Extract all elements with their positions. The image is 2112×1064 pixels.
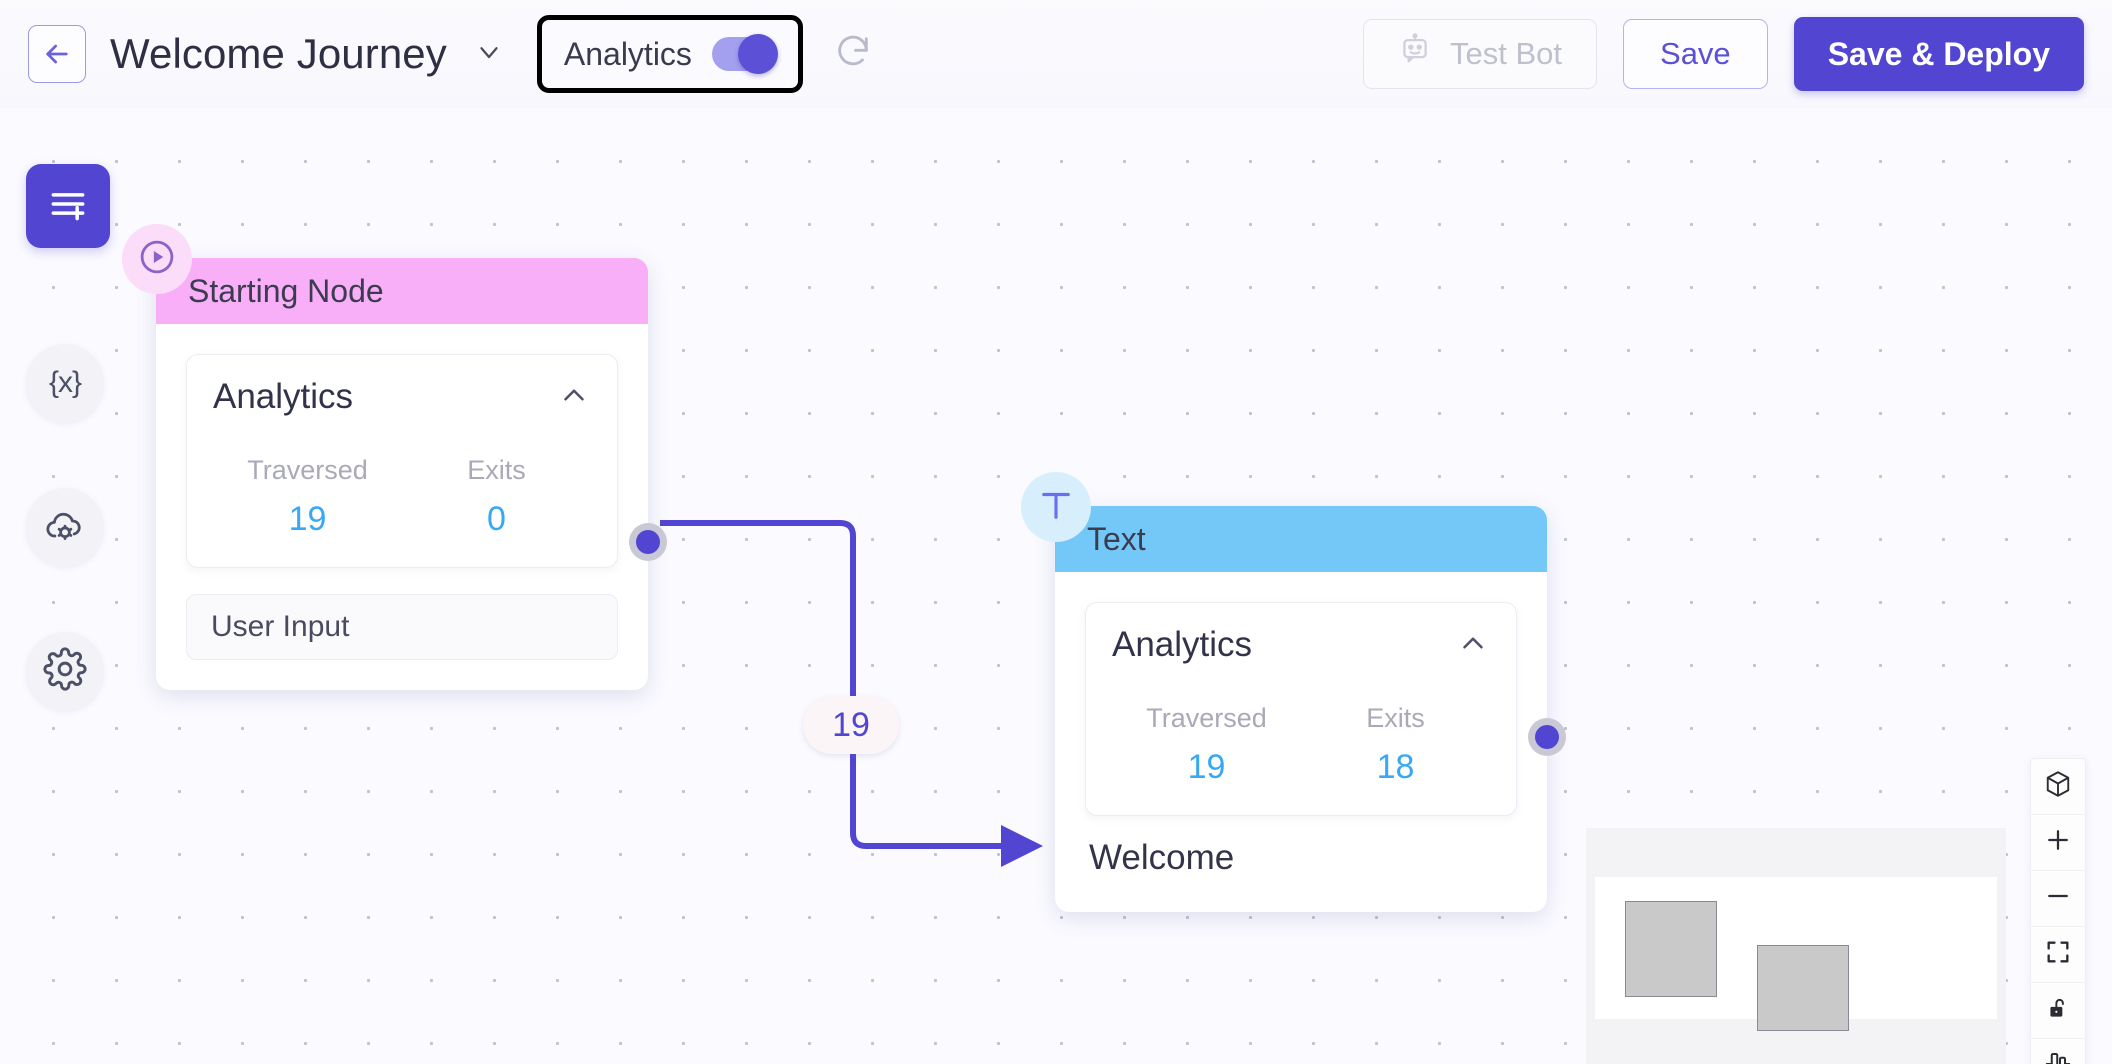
text-node-title: Text	[1087, 520, 1146, 557]
text-node-message-value: Welcome	[1089, 838, 1235, 877]
test-bot-button[interactable]: Test Bot	[1363, 19, 1598, 89]
canvas-left-toolbar: {x}	[26, 164, 110, 710]
analytics-panel-header[interactable]: Analytics	[1112, 625, 1490, 665]
align-horizontal-icon	[2043, 1049, 2073, 1064]
stat-traversed-label: Traversed	[247, 455, 368, 485]
analytics-stats-row: Traversed 19 Exits 18	[1112, 703, 1490, 787]
stat-exits-value: 0	[487, 500, 506, 538]
stat-exits: Exits 0	[402, 455, 591, 539]
cloud-gear-icon	[43, 503, 87, 552]
user-input-label: User Input	[211, 610, 350, 643]
refresh-button[interactable]	[829, 30, 877, 78]
header-actions: Test Bot Save Save & Deploy	[1363, 17, 2084, 91]
text-node-analytics-panel: Analytics Traversed 19 Exits 18	[1085, 602, 1517, 816]
stat-exits: Exits 18	[1301, 703, 1490, 787]
unlock-icon	[2045, 995, 2071, 1026]
flow-canvas[interactable]: 19 {x} Starting Node Analytics Traversed…	[0, 108, 2112, 1064]
analytics-toggle-label: Analytics	[563, 35, 692, 72]
save-button-label: Save	[1660, 36, 1731, 71]
list-plus-icon	[46, 182, 90, 231]
stat-traversed-value: 19	[1187, 748, 1226, 786]
analytics-toggle-switch[interactable]	[711, 34, 778, 74]
lock-button[interactable]	[2031, 983, 2085, 1039]
port-dot	[1535, 725, 1559, 749]
cube-icon	[2043, 769, 2073, 804]
robot-icon	[1398, 33, 1432, 75]
align-horizontal-button[interactable]	[2031, 1039, 2085, 1064]
node-text-node[interactable]: Text Analytics Traversed 19 Exits 18 Wel…	[1021, 472, 1566, 912]
zoom-out-button[interactable]	[2031, 871, 2085, 927]
stat-traversed: Traversed 19	[213, 455, 402, 539]
text-node-badge	[1021, 472, 1091, 542]
port-dot	[636, 530, 660, 554]
starting-node-title: Starting Node	[188, 272, 384, 309]
text-node-message[interactable]: Welcome	[1055, 816, 1547, 912]
gear-icon	[43, 646, 87, 696]
chevron-down-icon	[474, 37, 504, 72]
stat-exits-label: Exits	[467, 455, 526, 485]
arrow-left-icon	[41, 38, 73, 70]
canvas-controls-toolbar	[2030, 758, 2086, 1064]
back-button[interactable]	[28, 25, 86, 83]
toggle-knob	[737, 34, 778, 74]
minimap-node	[1757, 945, 1849, 1031]
stat-exits-value: 18	[1376, 748, 1415, 786]
user-input-field[interactable]: User Input	[186, 594, 618, 660]
settings-button[interactable]	[26, 632, 104, 710]
integrations-button[interactable]	[26, 488, 104, 566]
analytics-stats-row: Traversed 19 Exits 0	[213, 455, 591, 539]
starting-node-analytics-panel: Analytics Traversed 19 Exits 0	[186, 354, 618, 568]
test-bot-label: Test Bot	[1450, 36, 1563, 71]
minimap-node	[1625, 901, 1717, 997]
node-starting-node[interactable]: Starting Node Analytics Traversed 19 Exi…	[122, 224, 667, 690]
app-header: Welcome Journey Analytics Test Bot Save …	[0, 0, 2112, 108]
stat-traversed-label: Traversed	[1146, 703, 1267, 733]
plus-icon	[2043, 825, 2073, 860]
zoom-in-button[interactable]	[2031, 815, 2085, 871]
save-and-deploy-label: Save & Deploy	[1827, 35, 2050, 72]
add-node-button[interactable]	[26, 164, 110, 248]
minus-icon	[2043, 881, 2073, 916]
analytics-panel-title: Analytics	[213, 377, 354, 416]
refresh-icon	[833, 32, 873, 77]
text-t-icon	[1035, 484, 1077, 531]
analytics-panel-title: Analytics	[1112, 625, 1253, 664]
save-and-deploy-button[interactable]: Save & Deploy	[1793, 17, 2084, 91]
save-button[interactable]: Save	[1623, 19, 1768, 89]
stat-exits-label: Exits	[1366, 703, 1425, 733]
fit-screen-icon	[2044, 938, 2072, 971]
variables-icon: {x}	[48, 366, 82, 399]
cube-3d-button[interactable]	[2031, 759, 2085, 815]
starting-node-badge	[122, 224, 192, 294]
stat-traversed: Traversed 19	[1112, 703, 1301, 787]
edge-label-badge[interactable]: 19	[803, 696, 899, 754]
analytics-panel-header[interactable]: Analytics	[213, 377, 591, 417]
page-title: Welcome Journey	[110, 30, 447, 77]
starting-node-output-port[interactable]	[629, 523, 667, 561]
stat-traversed-value: 19	[288, 500, 327, 538]
journey-builder-app: Welcome Journey Analytics Test Bot Save …	[0, 0, 2112, 1064]
play-circle-icon	[136, 236, 178, 283]
variables-button[interactable]: {x}	[26, 344, 104, 422]
journey-dropdown-button[interactable]	[469, 34, 509, 74]
fit-view-button[interactable]	[2031, 927, 2085, 983]
starting-node-header: Starting Node	[156, 258, 648, 324]
analytics-toggle-group[interactable]: Analytics	[536, 15, 803, 93]
text-node-output-port[interactable]	[1528, 718, 1566, 756]
minimap-viewport[interactable]	[1595, 877, 1997, 1031]
minimap[interactable]	[1586, 828, 2006, 1064]
chevron-up-icon[interactable]	[1456, 626, 1490, 665]
text-node-header: Text	[1055, 506, 1547, 572]
chevron-up-icon[interactable]	[557, 378, 591, 417]
edge-starting-node-to-text-node[interactable]	[660, 520, 1043, 867]
